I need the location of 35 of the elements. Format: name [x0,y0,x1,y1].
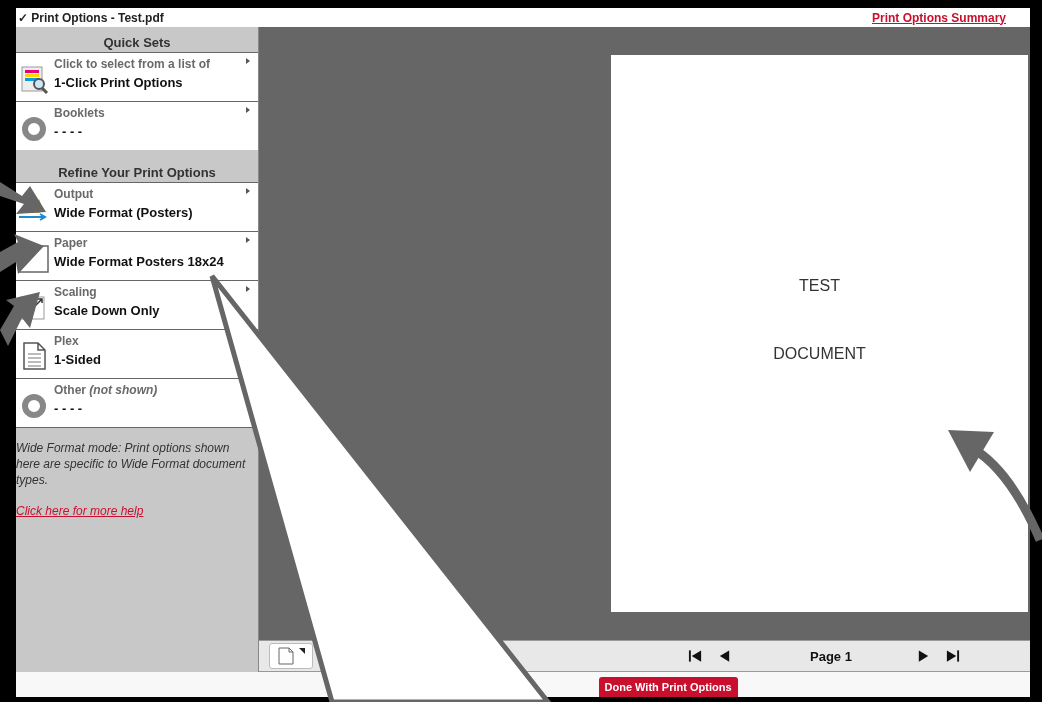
section-heading: Refine Your Print Options [57,164,217,182]
last-page-icon[interactable] [945,649,960,663]
option-label: Click to select from a list of [54,57,211,71]
annotation-arrow [0,292,40,346]
done-button[interactable]: Done With Print Options [598,677,738,697]
window-title: ✓ Print Options - Test.pdf [18,10,164,25]
option-value: - - - - [54,401,84,416]
option-value: 1-Sided [54,352,101,367]
page-layout-button[interactable] [269,643,313,669]
option-label: Output [54,187,95,201]
option-label: Other (not shown) [54,383,158,397]
option-item[interactable]: Paper Wide Format Posters 18x24 [16,231,258,280]
help-link[interactable]: Click here for more help [16,504,144,518]
option-item[interactable]: Output Wide Format (Posters) [16,182,258,231]
first-page-icon[interactable] [688,649,703,663]
option-label: Scaling [54,285,98,299]
annotation-arrow [0,182,46,214]
page-number: Page 1 [809,648,853,664]
option-value: Scale Down Only [54,303,160,318]
document-text: DOCUMENT [773,345,866,363]
annotation-arrow [0,234,44,274]
option-value: - - - - [54,124,84,139]
option-label: Plex [54,334,80,348]
mode-note: Wide Format mode: Print options shown here are specific to Wide Format document types. [16,427,254,488]
section-heading: Quick Sets [102,34,172,52]
option-value: Wide Format (Posters) [54,205,193,220]
option-item[interactable]: Click to select from a list of 1-Click Print Options [16,52,258,101]
option-label: Paper [54,236,89,250]
option-value: 1-Click Print Options [54,75,184,90]
document-text: TEST [799,277,840,295]
option-label: Booklets [54,106,105,120]
option-item[interactable]: Booklets - - - - [16,101,258,150]
list-search-icon [18,63,50,95]
summary-link[interactable]: Print Options Summary [871,10,1006,25]
option-value: Wide Format Posters 18x24 [54,254,224,269]
